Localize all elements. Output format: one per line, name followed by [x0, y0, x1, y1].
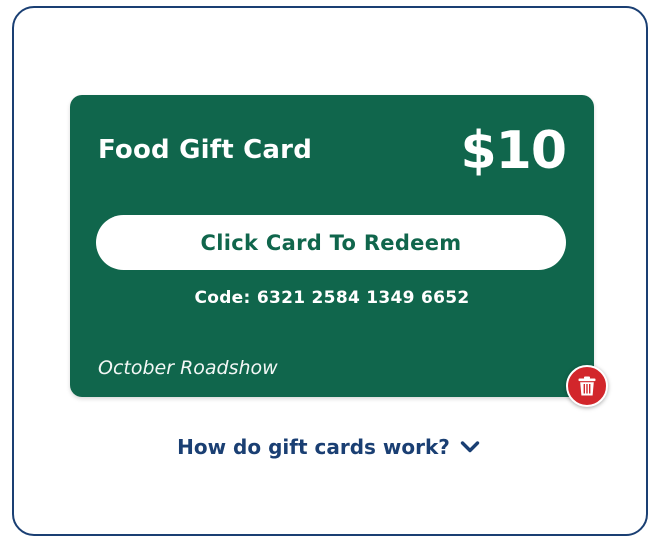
delete-card-button[interactable] — [566, 365, 608, 407]
trash-icon — [578, 376, 596, 396]
card-amount: $10 — [460, 121, 567, 181]
gift-card[interactable]: Food Gift Card $10 Click Card To Redeem … — [70, 95, 594, 397]
card-code: Code: 6321 2584 1349 6652 — [194, 288, 470, 308]
how-gift-cards-work-link[interactable]: How do gift cards work? — [0, 435, 657, 459]
help-link-label: How do gift cards work? — [177, 435, 450, 459]
card-event-name: October Roadshow — [98, 357, 278, 379]
chevron-down-icon — [460, 440, 480, 454]
redeem-button[interactable]: Click Card To Redeem — [96, 215, 566, 270]
card-title: Food Gift Card — [98, 135, 312, 165]
